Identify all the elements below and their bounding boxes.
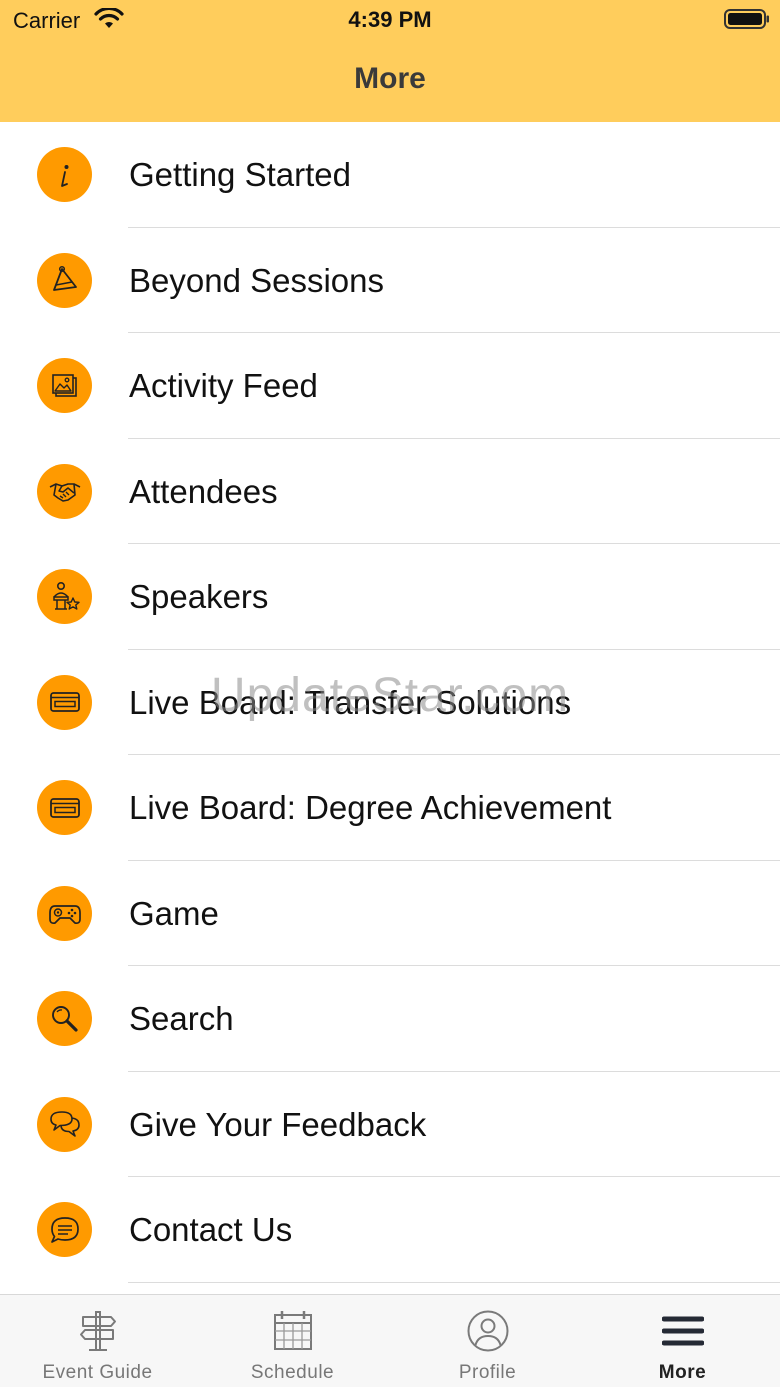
chat-bubbles-icon [37, 1096, 92, 1152]
menu-item-live-board-degree-achievement[interactable]: Live Board: Degree Achievement [0, 755, 780, 861]
message-icon [37, 1202, 92, 1257]
menu-item-give-your-feedback[interactable]: Give Your Feedback [0, 1072, 780, 1177]
menu-item-label: Game [129, 894, 219, 932]
menu-icon [662, 1316, 704, 1346]
nav-header: Carrier 4:39 PM More [0, 0, 780, 122]
tab-bar: Event Guide Schedule Profile More [0, 1294, 780, 1387]
info-icon [37, 147, 92, 202]
menu-item-label: Live Board: Degree Achievement [129, 789, 612, 826]
tab-label: Event Guide [42, 1362, 153, 1383]
calendar-icon [274, 1311, 312, 1350]
handshake-icon [37, 463, 92, 519]
battery-icon [724, 9, 769, 29]
profile-icon [467, 1310, 509, 1352]
menu-item-label: Give Your Feedback [129, 1105, 427, 1143]
menu-item-getting-started[interactable]: Getting Started [0, 122, 780, 228]
card-icon [37, 674, 92, 730]
menu-item-attendees[interactable]: Attendees [0, 439, 780, 544]
card-icon [37, 780, 92, 835]
menu-item-activity-feed[interactable]: Activity Feed [0, 333, 780, 439]
signpost-icon [80, 1311, 116, 1351]
menu-item-label: Activity Feed [129, 367, 318, 404]
menu-item-search[interactable]: Search [0, 966, 780, 1072]
menu-item-label: Attendees [129, 472, 278, 510]
tab-label: Schedule [250, 1362, 335, 1383]
page-title: More [354, 62, 426, 95]
party-hat-icon [37, 252, 92, 308]
status-bar: Carrier 4:39 PM [0, 0, 780, 40]
tab-profile[interactable]: Profile [390, 1295, 585, 1387]
tab-label: Profile [458, 1362, 517, 1383]
tab-event-guide[interactable]: Event Guide [0, 1295, 195, 1387]
menu-item-live-board-transfer-solutions[interactable]: Live Board: Transfer Solutions [0, 650, 780, 755]
menu-item-label: Search [129, 1000, 234, 1037]
menu-item-contact-us[interactable]: Contact Us [0, 1177, 780, 1283]
menu-item-label: Beyond Sessions [129, 261, 384, 299]
menu-item-beyond-sessions[interactable]: Beyond Sessions [0, 228, 780, 333]
tab-more[interactable]: More [585, 1295, 780, 1387]
menu-item-label: Live Board: Transfer Solutions [129, 683, 572, 721]
row-divider [128, 1281, 780, 1283]
search-icon [37, 991, 92, 1046]
menu-item-label: Getting Started [129, 156, 351, 193]
more-menu-list: Getting Started Beyond Sessions Activity… [0, 122, 780, 1294]
gamepad-icon [37, 885, 92, 941]
tab-label: More [658, 1362, 707, 1383]
status-time: 4:39 PM [348, 7, 432, 32]
speaker-podium-icon [37, 569, 92, 624]
menu-item-label: Contact Us [129, 1211, 293, 1248]
menu-item-game[interactable]: Game [0, 861, 780, 966]
menu-item-label: Speakers [129, 578, 269, 615]
tab-schedule[interactable]: Schedule [195, 1295, 390, 1387]
menu-item-speakers[interactable]: Speakers [0, 544, 780, 650]
photos-icon [37, 358, 92, 413]
